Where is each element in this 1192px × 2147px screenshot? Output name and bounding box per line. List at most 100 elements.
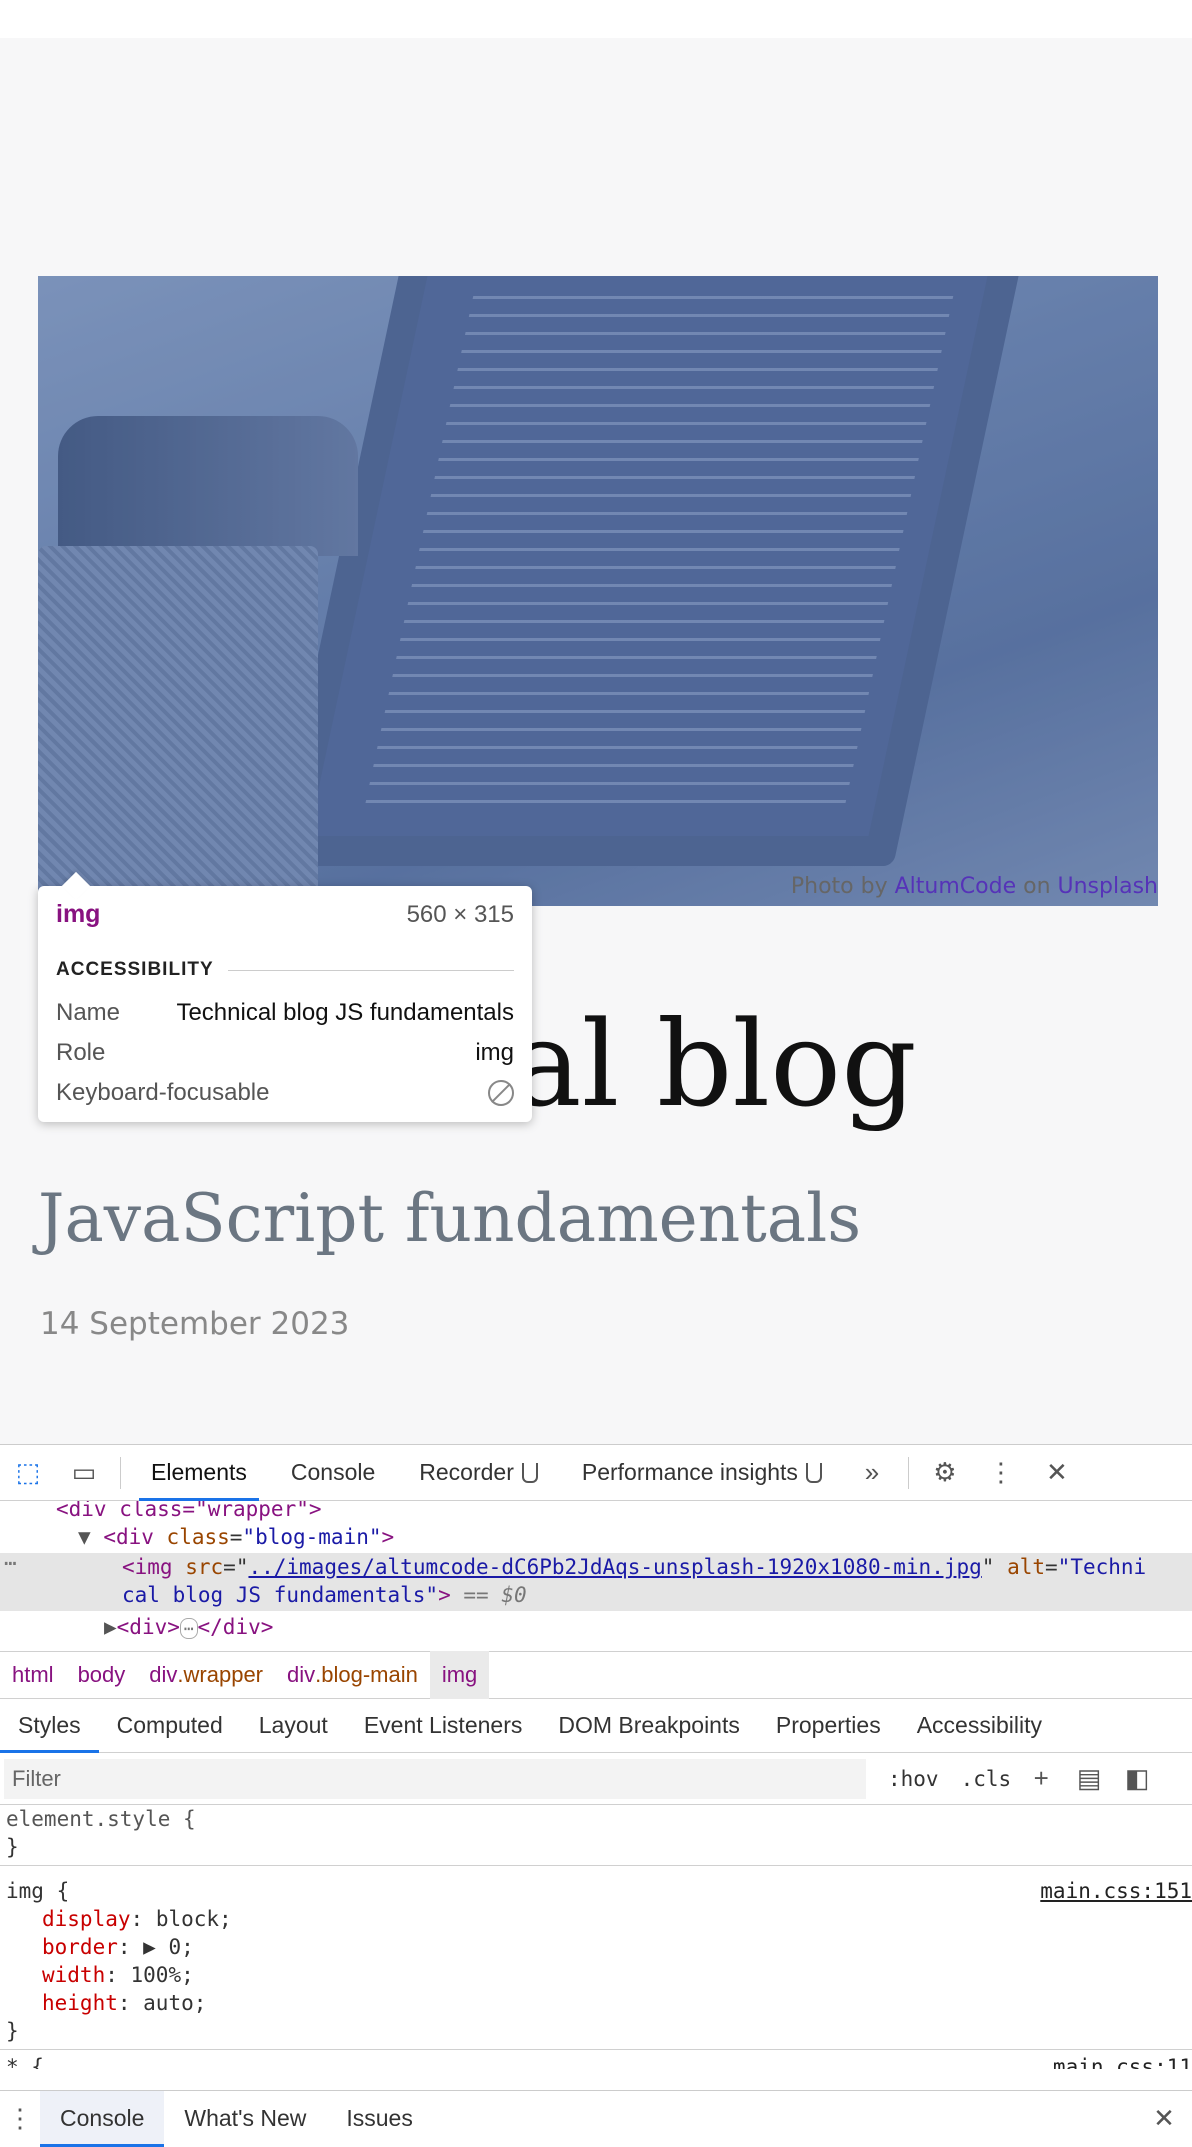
expand-triangle-icon[interactable]: ▶ [104, 1615, 117, 1639]
subtab-label: Event Listeners [363, 1712, 523, 1738]
styles-subtabs: Styles Computed Layout Event Listeners D… [0, 1699, 1192, 1753]
more-tabs-icon[interactable]: » [844, 1445, 900, 1501]
caption-mid: on [1023, 874, 1051, 899]
subtab-computed[interactable]: Computed [99, 1699, 241, 1753]
tooltip-tag: img [56, 900, 101, 928]
devtools-panel: ⬚ ▭ Elements Console Recorder Performanc… [0, 1444, 1192, 2147]
star-rule-source-link[interactable]: main.css:11 [1053, 2055, 1192, 2069]
crumb-tag: div [287, 1662, 316, 1687]
flask-icon [521, 1462, 538, 1483]
drawer-tab-label: What's New [184, 2105, 307, 2131]
img-node-line1: <img src="../images/altumcode-dC6Pb2JdAq… [122, 1555, 1147, 1579]
rule-divider [0, 2049, 1192, 2050]
prop-name: display [42, 1907, 131, 1931]
tab-console[interactable]: Console [269, 1445, 397, 1501]
gear-icon[interactable]: ⚙ [917, 1445, 973, 1501]
breadcrumb-div-wrapper[interactable]: div .wrapper [137, 1651, 275, 1699]
collapse-triangle-icon[interactable]: ▼ [78, 1525, 91, 1549]
name-label: Name [56, 999, 121, 1026]
close-icon[interactable]: ✕ [1029, 1445, 1085, 1501]
subtab-layout[interactable]: Layout [241, 1699, 346, 1753]
inspect-element-icon[interactable]: ⬚ [0, 1445, 56, 1501]
breadcrumb-div-blog-main[interactable]: div .blog-main [275, 1651, 430, 1699]
blog-main-tag: <div [103, 1525, 154, 1549]
star-rule-selector: * { [6, 2055, 44, 2069]
subtab-event-listeners[interactable]: Event Listeners [346, 1699, 541, 1753]
css-prop-height[interactable]: height: auto; [42, 1991, 1192, 2015]
author-link[interactable]: AltumCode [895, 874, 1016, 899]
filter-input[interactable] [4, 1758, 866, 1799]
prop-name: width [42, 1963, 106, 1987]
subtab-label: Properties [775, 1712, 881, 1738]
breadcrumb-html[interactable]: html [0, 1651, 66, 1699]
subtab-label: Styles [18, 1712, 81, 1738]
css-prop-width[interactable]: width: 100%; [42, 1963, 1192, 1987]
hov-button[interactable]: :hov [888, 1767, 939, 1791]
toolbar-divider [120, 1456, 121, 1489]
ellipsis-icon[interactable]: ⋯ [4, 1551, 17, 1575]
img-tag: <img [122, 1555, 173, 1579]
dom-node-blog-main[interactable]: ▼ <div class="blog-main"> [78, 1525, 394, 1549]
tab-recorder[interactable]: Recorder [397, 1445, 560, 1501]
caption-prefix: Photo by [790, 874, 888, 899]
role-value: img [475, 1039, 514, 1066]
blog-main-value: "blog-main" [242, 1525, 382, 1549]
device-toolbar-icon[interactable]: ▭ [56, 1445, 112, 1501]
img-node-line2: cal blog JS fundamentals"> == $0 [122, 1583, 527, 1607]
subtab-label: Accessibility [916, 1712, 1042, 1738]
tab-console-label: Console [290, 1459, 376, 1485]
div-close-tag: </div> [197, 1615, 274, 1639]
tab-recorder-label: Recorder [419, 1459, 514, 1485]
cls-button[interactable]: .cls [961, 1767, 1012, 1791]
img-rule-close: } [6, 2019, 19, 2043]
rule-divider [0, 1865, 1192, 1866]
subtab-dom-breakpoints[interactable]: DOM Breakpoints [540, 1699, 758, 1753]
unsplash-link[interactable]: Unsplash [1058, 874, 1158, 899]
src-link[interactable]: ../images/altumcode-dC6Pb2JdAqs-unsplash… [248, 1555, 981, 1579]
prop-name: height [42, 1991, 118, 2015]
crumb-class: .blog-main [315, 1662, 418, 1687]
tab-elements[interactable]: Elements [129, 1445, 269, 1501]
kebab-menu-icon[interactable]: ⋮ [973, 1445, 1029, 1501]
prop-name: border [42, 1935, 118, 1959]
css-prop-border[interactable]: border: ▶ 0; [42, 1935, 1192, 1959]
subtab-properties[interactable]: Properties [758, 1699, 899, 1753]
blog-main-attr: class [166, 1525, 230, 1549]
drawer-tab-issues[interactable]: Issues [326, 2091, 432, 2147]
subtab-accessibility[interactable]: Accessibility [899, 1699, 1060, 1753]
tooltip-accessibility-heading: ACCESSIBILITY [56, 959, 514, 981]
element-style-close: } [6, 1835, 19, 1859]
paint-brush-icon[interactable]: ▤ [1071, 1761, 1107, 1797]
toggle-sidebar-icon[interactable]: ◧ [1119, 1761, 1155, 1797]
subtab-styles[interactable]: Styles [0, 1699, 99, 1753]
drawer-menu-icon[interactable]: ⋮ [0, 2091, 40, 2147]
add-rule-icon[interactable]: + [1023, 1761, 1059, 1797]
tab-performance-insights[interactable]: Performance insights [560, 1445, 844, 1501]
prop-value: ▶ 0; [143, 1935, 194, 1959]
drawer-tab-console[interactable]: Console [40, 2090, 165, 2147]
css-prop-display[interactable]: display: block; [42, 1907, 1192, 1931]
subtab-label: Layout [258, 1712, 328, 1738]
crumb-tag: html [12, 1662, 54, 1687]
prop-value: 100%; [130, 1963, 194, 1987]
img-rule-source-link[interactable]: main.css:151 [1040, 1879, 1192, 1903]
crumb-tag: img [441, 1662, 478, 1687]
prop-value: auto; [143, 1991, 207, 2015]
drawer-close-icon[interactable]: ✕ [1136, 2091, 1192, 2147]
crumb-tag: body [77, 1662, 126, 1687]
devtools-tabbar: ⬚ ▭ Elements Console Recorder Performanc… [0, 1445, 1192, 1501]
highlight-overlay [38, 276, 1158, 906]
alt-value-end: cal blog JS fundamentals" [122, 1583, 439, 1607]
drawer-tab-whats-new[interactable]: What's New [164, 2091, 326, 2147]
dom-node-wrapper[interactable]: <div class="wrapper"> [56, 1501, 322, 1521]
tab-performance-label: Performance insights [581, 1459, 798, 1485]
breadcrumb-img[interactable]: img [429, 1651, 490, 1699]
flask-icon [805, 1462, 822, 1483]
dom-node-div[interactable]: ▶<div> ⋯ </div> [104, 1615, 273, 1639]
accessibility-label: ACCESSIBILITY [56, 959, 214, 980]
prop-value: block; [155, 1907, 232, 1931]
breadcrumb-body[interactable]: body [66, 1651, 138, 1699]
hero-image [38, 276, 1158, 906]
collapsed-ellipsis-icon[interactable]: ⋯ [179, 1618, 198, 1639]
styles-filterbar: :hov .cls + ▤ ◧ [0, 1753, 1192, 1805]
